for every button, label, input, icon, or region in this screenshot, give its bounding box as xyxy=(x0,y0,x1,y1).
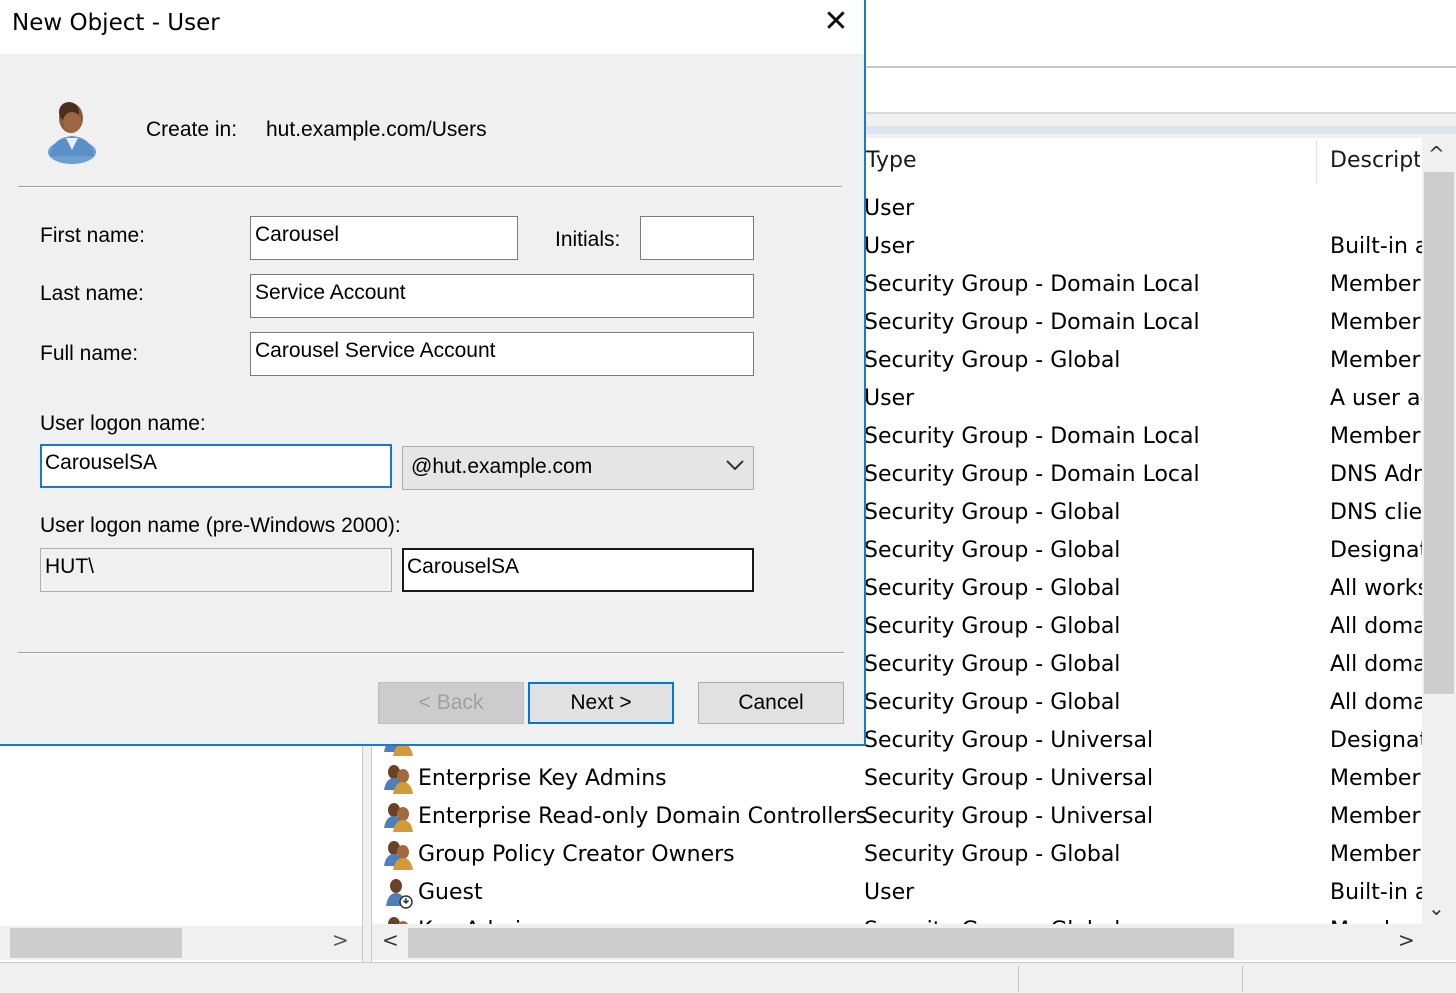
row-type: Security Group - Global xyxy=(864,842,1121,867)
dialog-title: New Object - User xyxy=(12,10,220,36)
user-icon xyxy=(48,102,96,164)
row-type: Security Group - Universal xyxy=(864,766,1154,791)
row-description: Member xyxy=(1330,842,1421,867)
row-name: Enterprise Read-only Domain Controllers xyxy=(418,804,868,829)
new-object-user-dialog: New Object - User ✕ Create in: hut.examp… xyxy=(0,0,866,746)
scroll-down-arrow-icon[interactable]: ⌄ xyxy=(1428,896,1445,920)
row-type: Security Group - Global xyxy=(864,690,1121,715)
group-icon xyxy=(388,917,408,924)
divider xyxy=(18,652,844,654)
list-item[interactable]: Guest User Built-in a xyxy=(382,876,1422,914)
row-type: Security Group - Global xyxy=(864,614,1121,639)
divider xyxy=(18,186,842,188)
upn-suffix-dropdown[interactable]: @hut.example.com xyxy=(402,446,754,490)
user-disabled-icon xyxy=(386,879,413,909)
status-bar-separator xyxy=(1018,966,1019,992)
row-description: Member xyxy=(1330,272,1421,297)
row-name: Guest xyxy=(418,880,483,905)
row-type: Security Group - Global xyxy=(864,538,1121,563)
create-in-label: Create in: xyxy=(146,118,238,141)
group-icon xyxy=(384,803,413,832)
row-type: Security Group - Universal xyxy=(864,728,1154,753)
first-name-field[interactable]: Carousel xyxy=(250,216,518,260)
chevron-down-icon[interactable] xyxy=(724,454,746,476)
cancel-button[interactable]: Cancel xyxy=(698,682,844,724)
pre2000-logon-label: User logon name (pre-Windows 2000): xyxy=(40,514,401,537)
row-name: Enterprise Key Admins xyxy=(418,766,667,791)
group-icon xyxy=(384,841,413,870)
first-name-label: First name: xyxy=(40,224,146,247)
row-description: All doma xyxy=(1330,652,1422,677)
row-description: All doma xyxy=(1330,690,1422,715)
logon-name-field[interactable]: CarouselSA xyxy=(40,444,392,488)
group-icon xyxy=(384,765,413,794)
back-button[interactable]: < Back xyxy=(378,682,524,724)
row-type: Security Group - Universal xyxy=(864,804,1154,829)
full-name-field[interactable]: Carousel Service Account xyxy=(250,332,754,376)
row-description: Designat xyxy=(1330,538,1422,563)
full-name-label: Full name: xyxy=(40,342,139,365)
logon-name-label: User logon name: xyxy=(40,412,206,435)
row-type: User xyxy=(864,196,915,221)
scroll-up-arrow-icon[interactable]: ^ xyxy=(1428,142,1445,166)
tree-scroll-thumb[interactable] xyxy=(10,928,182,958)
row-description: DNS Adr xyxy=(1330,462,1422,487)
row-type: Security Group - Global xyxy=(864,652,1121,677)
row-description: Member xyxy=(1330,424,1421,449)
row-type: User xyxy=(864,234,915,259)
row-description: Member xyxy=(1330,310,1421,335)
row-type: Security Group - Global xyxy=(864,576,1121,601)
create-in-path: hut.example.com/Users xyxy=(266,118,487,141)
row-description: Member xyxy=(1330,766,1421,791)
last-name-label: Last name: xyxy=(40,282,144,305)
row-description: DNS clier xyxy=(1330,500,1422,525)
scroll-left-arrow-icon[interactable]: < xyxy=(382,928,399,952)
last-name-field[interactable]: Service Account xyxy=(250,274,754,318)
list-item[interactable]: Enterprise Read-only Domain Controllers S… xyxy=(382,800,1422,838)
scroll-right-arrow-icon[interactable]: > xyxy=(1398,928,1415,952)
next-button[interactable]: Next > xyxy=(528,682,674,724)
list-item[interactable]: Group Policy Creator Owners Security Grou… xyxy=(382,838,1422,876)
status-bar xyxy=(0,962,1456,993)
pre2000-domain-field: HUT\ xyxy=(40,548,392,592)
list-item[interactable]: Enterprise Key Admins Security Group - Un… xyxy=(382,762,1422,800)
row-type: Security Group - Domain Local xyxy=(864,310,1200,335)
row-type: User xyxy=(864,880,915,905)
row-description: Member xyxy=(1330,804,1421,829)
row-type: Security Group - Domain Local xyxy=(864,462,1200,487)
row-description: Built-in a xyxy=(1330,880,1422,905)
pre2000-logon-field[interactable]: CarouselSA xyxy=(402,548,754,592)
row-description: All works xyxy=(1330,576,1422,601)
initials-field[interactable] xyxy=(640,216,754,260)
vertical-scroll-thumb[interactable] xyxy=(1424,172,1454,694)
close-icon[interactable]: ✕ xyxy=(818,4,854,40)
row-description: Designat xyxy=(1330,728,1422,753)
row-name: Group Policy Creator Owners xyxy=(418,842,735,867)
row-type: User xyxy=(864,386,915,411)
row-type: Security Group - Domain Local xyxy=(864,424,1200,449)
row-description: Member xyxy=(1330,348,1421,373)
row-description: All doma xyxy=(1330,614,1422,639)
horizontal-scroll-thumb[interactable] xyxy=(408,928,1234,958)
row-description: A user ac xyxy=(1330,386,1422,411)
initials-label: Initials: xyxy=(555,228,621,251)
row-type: Security Group - Domain Local xyxy=(864,272,1200,297)
row-description: Built-in a xyxy=(1330,234,1422,259)
row-type: Security Group - Global xyxy=(864,500,1121,525)
scroll-right-arrow-icon[interactable]: > xyxy=(332,928,349,952)
status-bar-separator xyxy=(1242,966,1243,992)
row-type: Security Group - Global xyxy=(864,348,1121,373)
list-item[interactable]: Key AdminsSecurity Group - GlobalMember xyxy=(382,914,1422,924)
